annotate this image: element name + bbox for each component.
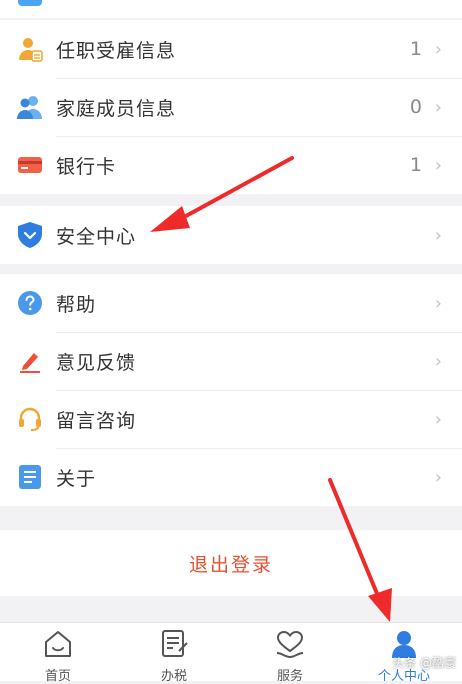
logout-label: 退出登录 <box>188 553 273 576</box>
support-group: 帮助 › 意见反馈 › 留言咨询 › 关于 › <box>0 274 462 506</box>
tab-profile[interactable]: 个人中心 <box>346 623 462 684</box>
chevron-right-icon: › <box>434 466 442 488</box>
home-icon <box>41 629 75 659</box>
chevron-right-icon: › <box>434 408 442 430</box>
menu-row-family[interactable]: 家庭成员信息 0 › <box>0 78 462 136</box>
pencil-edit-icon <box>16 347 44 375</box>
shield-icon <box>16 221 44 249</box>
chevron-right-icon: › <box>434 38 442 60</box>
family-members-icon <box>16 93 44 121</box>
personal-info-group: 任职受雇信息 1 › 家庭成员信息 0 › 银行卡 1 › <box>0 20 462 194</box>
chevron-right-icon: › <box>434 96 442 118</box>
menu-row-employment[interactable]: 任职受雇信息 1 › <box>0 20 462 78</box>
bottom-tab-bar: 首页 办税 服务 个人中心 <box>0 622 462 684</box>
menu-label: 意见反馈 <box>56 351 137 374</box>
menu-label: 安全中心 <box>56 225 137 248</box>
tab-service[interactable]: 服务 <box>232 623 348 684</box>
menu-row-bank-card[interactable]: 银行卡 1 › <box>0 136 462 194</box>
menu-label: 关于 <box>56 467 97 490</box>
headset-icon <box>16 405 44 433</box>
tab-label: 办税 <box>160 669 187 684</box>
tab-label: 首页 <box>44 669 71 684</box>
menu-row-feedback[interactable]: 意见反馈 › <box>0 332 462 390</box>
partial-icon <box>18 0 42 6</box>
menu-row-security[interactable]: 安全中心 › <box>0 206 462 264</box>
tab-label: 服务 <box>276 669 303 684</box>
menu-row-about[interactable]: 关于 › <box>0 448 462 506</box>
bank-card-icon <box>16 151 44 179</box>
tax-form-icon <box>157 629 191 659</box>
tab-tax[interactable]: 办税 <box>116 623 232 684</box>
chevron-right-icon: › <box>434 292 442 314</box>
menu-label: 帮助 <box>56 293 97 316</box>
menu-row-consult[interactable]: 留言咨询 › <box>0 390 462 448</box>
chevron-right-icon: › <box>434 350 442 372</box>
document-list-icon <box>16 463 44 491</box>
menu-label: 银行卡 <box>56 155 117 178</box>
menu-count: 0 <box>409 96 422 118</box>
employment-person-icon <box>16 35 44 63</box>
heart-hand-icon <box>273 629 307 659</box>
logout-button[interactable]: 退出登录 <box>0 530 462 596</box>
menu-row-help[interactable]: 帮助 › <box>0 274 462 332</box>
question-circle-icon <box>16 289 44 317</box>
chevron-right-icon: › <box>434 154 442 176</box>
menu-label: 留言咨询 <box>56 409 137 432</box>
security-group: 安全中心 › <box>0 206 462 264</box>
menu-label: 家庭成员信息 <box>56 97 177 120</box>
menu-label: 任职受雇信息 <box>56 39 177 62</box>
tab-home[interactable]: 首页 <box>0 623 116 684</box>
watermark-text: 头条 @酷寰 <box>392 656 456 670</box>
menu-count: 1 <box>409 154 422 176</box>
top-cutoff-group <box>0 0 462 18</box>
menu-count: 1 <box>409 38 422 60</box>
chevron-right-icon: › <box>434 224 442 246</box>
